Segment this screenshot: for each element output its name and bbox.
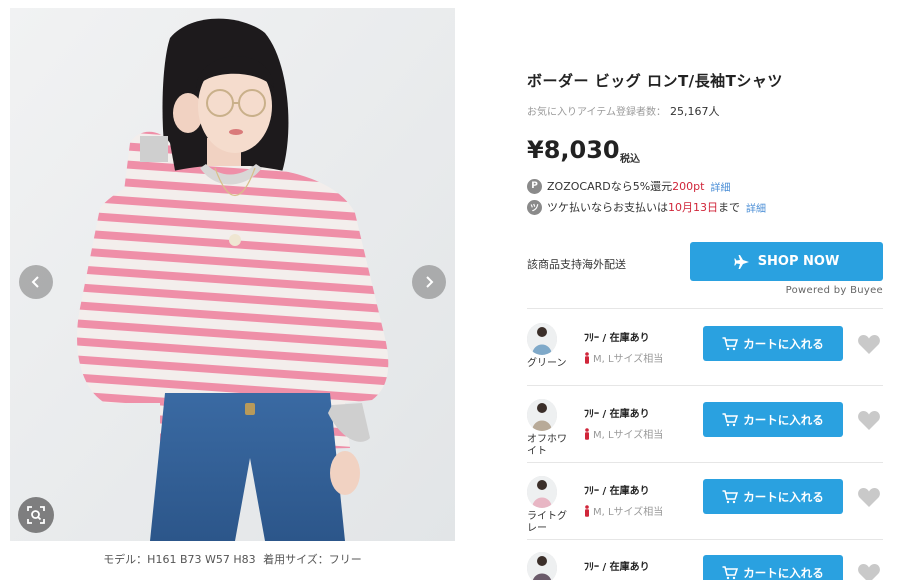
variant-thumbnail[interactable] <box>527 476 557 508</box>
promo-rate: 5% <box>632 179 651 193</box>
cart-label: カートに入れる <box>743 489 824 504</box>
shop-now-label: SHOP NOW <box>757 254 840 269</box>
stock-status: ﾌﾘｰ / 在庫あり <box>584 409 650 420</box>
gallery-prev-button[interactable] <box>19 265 53 299</box>
product-info-panel: ボーダー ビッグ ロンT/長袖Tシャツ お気に入りアイテム登録者数： 25,167… <box>527 0 883 580</box>
variant-thumbnail[interactable] <box>527 552 557 580</box>
cart-label: カートに入れる <box>743 565 824 580</box>
chevron-right-icon <box>426 276 434 288</box>
points-icon: P <box>527 178 542 194</box>
color-name: グリーン <box>527 358 567 369</box>
chevron-left-icon <box>31 276 39 288</box>
price: ¥8,030 <box>527 136 620 164</box>
favorite-count-value: 25,167人 <box>670 105 720 118</box>
zoom-button[interactable] <box>18 497 54 533</box>
person-icon <box>585 427 589 440</box>
cart-icon <box>722 336 739 350</box>
promo-date: 10月13日 <box>668 201 718 214</box>
tsuke-promo: ツ ツケ払いならお支払いは 10月13日 まで 詳細 <box>527 199 766 215</box>
tsuke-detail-link[interactable]: 詳細 <box>746 200 766 215</box>
divider <box>527 539 883 540</box>
stock-status: ﾌﾘｰ / 在庫あり <box>584 333 650 344</box>
person-icon <box>585 504 589 517</box>
stock-status: ﾌﾘｰ / 在庫あり <box>584 486 650 497</box>
overseas-shipping-label: 該商品支持海外配送 <box>527 258 626 271</box>
model-info: モデル：H161 B73 W57 H83 着用サイズ：フリー <box>10 551 455 567</box>
heart-icon[interactable] <box>857 409 881 431</box>
cart-icon <box>722 489 739 503</box>
product-image-gallery <box>10 8 455 541</box>
variant-thumbnail[interactable] <box>527 323 557 355</box>
cart-icon <box>722 565 739 579</box>
stock-status: ﾌﾘｰ / 在庫あり <box>584 562 650 573</box>
favorite-count: お気に入りアイテム登録者数： 25,167人 <box>527 103 720 119</box>
size-note-text: M, Lサイズ相当 <box>593 430 664 441</box>
product-title: ボーダー ビッグ ロンT/長袖Tシャツ <box>527 72 783 90</box>
cart-label: カートに入れる <box>743 336 824 351</box>
promo-text-2: 還元 <box>650 180 673 193</box>
variant-row: ﾌﾘｰ / 在庫あり カートに入れる <box>527 552 883 580</box>
variant-row: ライトグレー ﾌﾘｰ / 在庫あり M, Lサイズ相当 カートに入れる <box>527 476 883 552</box>
tax-label: 税込 <box>620 154 640 165</box>
favorite-count-label: お気に入りアイテム登録者数： <box>527 107 666 118</box>
cart-label: カートに入れる <box>743 412 824 427</box>
heart-icon[interactable] <box>857 486 881 508</box>
airplane-icon <box>733 254 749 269</box>
size-note: M, Lサイズ相当 <box>584 426 663 441</box>
color-name: ライトグレー <box>527 511 567 534</box>
promo-text: ツケ払いならお支払いは <box>547 201 668 214</box>
tsuke-icon: ツ <box>527 199 542 215</box>
promo-text-2: まで <box>718 201 740 214</box>
zoom-scan-icon <box>27 506 45 524</box>
model-size: 着用サイズ：フリー <box>263 553 362 566</box>
product-photo <box>10 8 455 541</box>
add-to-cart-button[interactable]: カートに入れる <box>703 479 843 514</box>
promo-detail-link[interactable]: 詳細 <box>710 179 730 194</box>
size-note: M, Lサイズ相当 <box>584 503 663 518</box>
promo-points: 200pt <box>672 179 705 193</box>
size-note-text: M, Lサイズ相当 <box>593 354 664 365</box>
color-name: オフホワイト <box>527 434 567 457</box>
promo-text: ZOZOCARDなら <box>547 180 633 193</box>
zozocard-promo: P ZOZOCARDなら 5% 還元 200pt 詳細 <box>527 178 730 194</box>
add-to-cart-button[interactable]: カートに入れる <box>703 326 843 361</box>
divider <box>527 462 883 463</box>
cart-icon <box>722 412 739 426</box>
divider <box>527 385 883 386</box>
variant-row: オフホワイト ﾌﾘｰ / 在庫あり M, Lサイズ相当 カートに入れる <box>527 399 883 475</box>
divider <box>527 308 883 309</box>
heart-icon[interactable] <box>857 333 881 355</box>
variant-thumbnail[interactable] <box>527 399 557 431</box>
variant-row: グリーン ﾌﾘｰ / 在庫あり M, Lサイズ相当 カートに入れる <box>527 323 883 399</box>
person-icon <box>585 351 589 364</box>
model-measurements: モデル：H161 B73 W57 H83 <box>103 553 256 566</box>
size-note: M, Lサイズ相当 <box>584 350 663 365</box>
add-to-cart-button[interactable]: カートに入れる <box>703 402 843 437</box>
add-to-cart-button[interactable]: カートに入れる <box>703 555 843 580</box>
shop-now-button[interactable]: SHOP NOW <box>690 242 883 281</box>
powered-by-buyee: Powered by Buyee <box>785 285 883 296</box>
gallery-next-button[interactable] <box>412 265 446 299</box>
size-note-text: M, Lサイズ相当 <box>593 507 664 518</box>
heart-icon[interactable] <box>857 562 881 580</box>
